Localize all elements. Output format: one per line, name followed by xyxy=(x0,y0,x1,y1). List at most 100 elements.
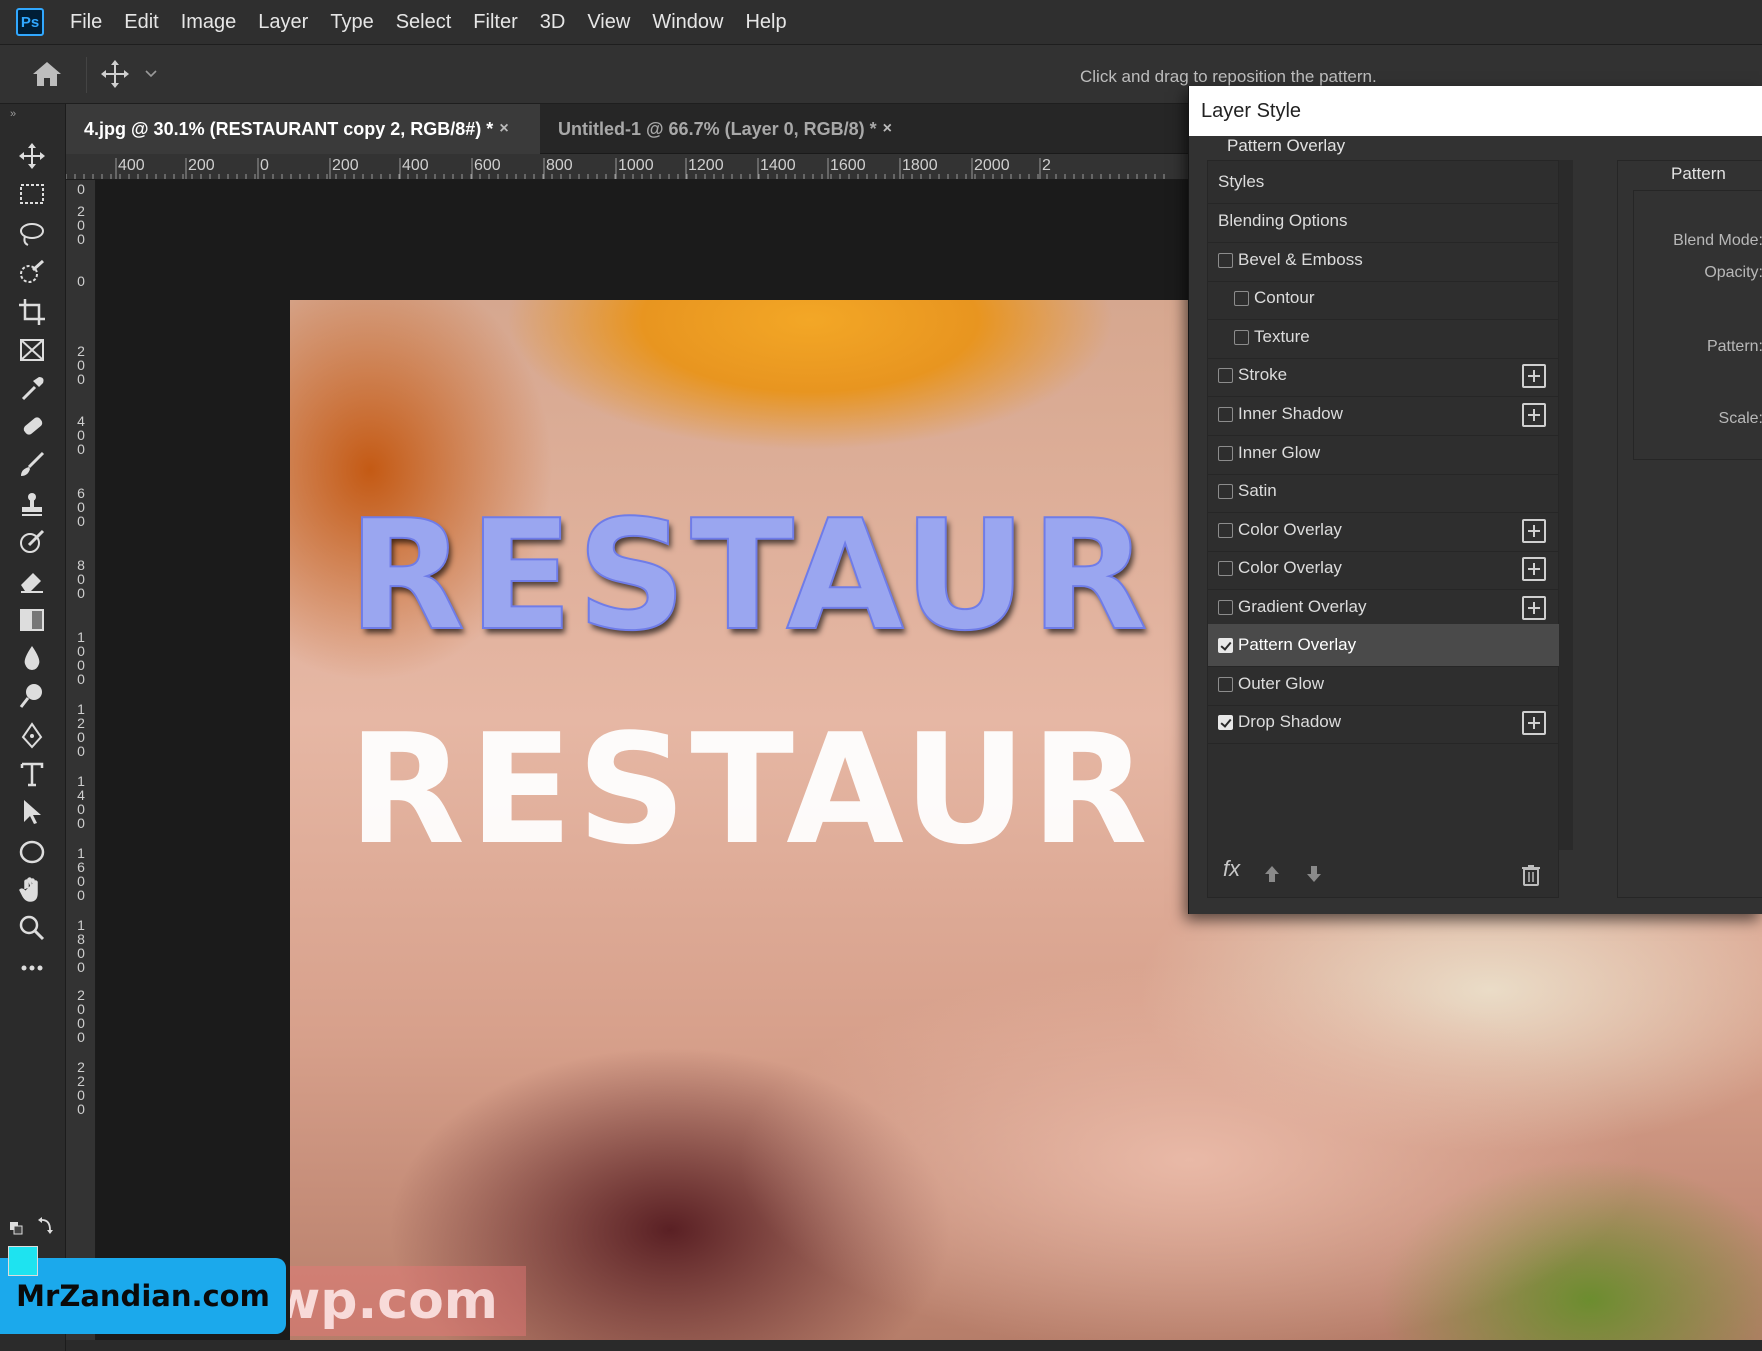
style-checkbox[interactable] xyxy=(1218,638,1233,653)
history-brush-tool-button[interactable] xyxy=(14,524,50,560)
style-list-scrollbar[interactable] xyxy=(1559,160,1573,850)
tools-panel: » xyxy=(0,104,66,1351)
style-checkbox[interactable] xyxy=(1234,330,1249,345)
menu-image[interactable]: Image xyxy=(181,11,237,34)
style-item-outer-glow[interactable]: Outer Glow xyxy=(1208,663,1560,706)
style-item-drop-shadow[interactable]: Drop Shadow xyxy=(1208,701,1560,744)
style-item-pattern-overlay[interactable]: Pattern Overlay xyxy=(1208,624,1560,667)
photoshop-logo[interactable]: Ps xyxy=(16,8,44,36)
move-down-icon[interactable] xyxy=(1305,864,1323,884)
style-item-color-overlay[interactable]: Color Overlay xyxy=(1208,547,1560,590)
move-up-icon[interactable] xyxy=(1263,864,1281,884)
style-checkbox[interactable] xyxy=(1218,484,1233,499)
blur-tool-icon xyxy=(24,646,40,670)
chevron-down-icon[interactable] xyxy=(144,67,158,81)
ellipse-tool-button[interactable] xyxy=(14,834,50,870)
add-style-plus-icon[interactable] xyxy=(1522,711,1546,735)
add-style-plus-icon[interactable] xyxy=(1522,403,1546,427)
move-tool-button[interactable] xyxy=(14,138,50,174)
style-checkbox[interactable] xyxy=(1218,523,1233,538)
zoom-tool-button[interactable] xyxy=(14,910,50,946)
ruler-label: 1800 xyxy=(77,917,85,975)
style-item-inner-glow[interactable]: Inner Glow xyxy=(1208,432,1560,475)
gradient-tool-button[interactable] xyxy=(14,602,50,638)
add-style-fx-button[interactable]: fx xyxy=(1223,856,1240,882)
menu-window[interactable]: Window xyxy=(652,11,723,34)
menu-type[interactable]: Type xyxy=(330,11,373,34)
style-item-contour[interactable]: Contour xyxy=(1208,277,1560,320)
brush-tool-button[interactable] xyxy=(14,446,50,482)
ruler-label: 0 xyxy=(77,181,85,197)
style-checkbox[interactable] xyxy=(1218,253,1233,268)
swap-colors-icon[interactable] xyxy=(8,1216,56,1236)
type-tool-button[interactable] xyxy=(14,756,50,792)
ruler-label: 2 xyxy=(1042,157,1051,174)
collapse-panel-icon[interactable]: » xyxy=(10,108,16,120)
add-style-plus-icon[interactable] xyxy=(1522,596,1546,620)
style-item-styles[interactable]: Styles xyxy=(1208,161,1560,204)
style-item-blending-options[interactable]: Blending Options xyxy=(1208,200,1560,243)
frame-tool-button[interactable] xyxy=(14,332,50,368)
style-item-color-overlay[interactable]: Color Overlay xyxy=(1208,509,1560,552)
path-selection-tool-button[interactable] xyxy=(14,794,50,830)
more-tools-button[interactable] xyxy=(14,950,50,986)
style-checkbox[interactable] xyxy=(1218,600,1233,615)
style-checkbox[interactable] xyxy=(1218,446,1233,461)
style-checkbox[interactable] xyxy=(1218,407,1233,422)
style-item-satin[interactable]: Satin xyxy=(1208,470,1560,513)
menu-select[interactable]: Select xyxy=(396,11,452,34)
eyedropper-tool-button[interactable] xyxy=(14,370,50,406)
add-style-plus-icon[interactable] xyxy=(1522,364,1546,388)
menu-file[interactable]: File xyxy=(70,11,102,34)
quick-select-tool-button[interactable] xyxy=(14,254,50,290)
lasso-tool-button[interactable] xyxy=(14,216,50,252)
faint-watermark: rwp.com xyxy=(290,1266,526,1336)
ruler-label: 1600 xyxy=(77,845,85,903)
menu-3d[interactable]: 3D xyxy=(540,11,566,34)
style-item-label: Pattern Overlay xyxy=(1238,635,1357,654)
style-checkbox[interactable] xyxy=(1234,291,1249,306)
home-icon[interactable] xyxy=(30,59,64,89)
style-item-label: Stroke xyxy=(1238,365,1288,384)
style-checkbox[interactable] xyxy=(1218,561,1233,576)
style-item-label: Outer Glow xyxy=(1238,674,1324,693)
menu-filter[interactable]: Filter xyxy=(473,11,517,34)
style-item-gradient-overlay[interactable]: Gradient Overlay xyxy=(1208,586,1560,629)
style-item-texture[interactable]: Texture xyxy=(1208,316,1560,359)
crop-tool-button[interactable] xyxy=(14,294,50,330)
style-item-bevel-emboss[interactable]: Bevel & Emboss xyxy=(1208,239,1560,282)
tab-document-untitled-1[interactable]: Untitled-1 @ 66.7% (Layer 0, RGB/8) * × xyxy=(540,104,910,154)
menu-help[interactable]: Help xyxy=(745,11,786,34)
close-icon[interactable]: × xyxy=(883,120,892,138)
style-checkbox[interactable] xyxy=(1218,677,1233,692)
style-checkbox[interactable] xyxy=(1218,368,1233,383)
style-item-label: Inner Glow xyxy=(1238,443,1321,462)
tab-document-4jpg[interactable]: 4.jpg @ 30.1% (RESTAURANT copy 2, RGB/8#… xyxy=(66,104,540,154)
ruler-label: 1800 xyxy=(902,157,938,174)
blur-tool-button[interactable] xyxy=(14,640,50,676)
hand-tool-button[interactable] xyxy=(14,872,50,908)
pen-tool-button[interactable] xyxy=(14,718,50,754)
clone-stamp-tool-button[interactable] xyxy=(14,486,50,522)
ruler-label: 2000 xyxy=(77,987,85,1045)
dodge-tool-button[interactable] xyxy=(14,678,50,714)
style-item-stroke[interactable]: Stroke xyxy=(1208,354,1560,397)
menu-edit[interactable]: Edit xyxy=(124,11,158,34)
foreground-color-swatch[interactable] xyxy=(8,1246,38,1276)
add-style-plus-icon[interactable] xyxy=(1522,519,1546,543)
eraser-tool-button[interactable] xyxy=(14,562,50,598)
menu-layer[interactable]: Layer xyxy=(258,11,308,34)
vertical-ruler[interactable]: 0 200 0 200 400 600 800 1000 1200 1400 1600 1800 200… xyxy=(66,180,96,1351)
add-style-plus-icon[interactable] xyxy=(1522,557,1546,581)
style-item-inner-shadow[interactable]: Inner Shadow xyxy=(1208,393,1560,436)
marquee-tool-button[interactable] xyxy=(14,176,50,212)
menu-view[interactable]: View xyxy=(587,11,630,34)
healing-brush-tool-button[interactable] xyxy=(14,408,50,444)
ruler-label: 800 xyxy=(546,157,573,174)
options-hint-text: Click and drag to reposition the pattern… xyxy=(1080,67,1377,86)
ruler-label: 1000 xyxy=(618,157,654,174)
trash-icon[interactable] xyxy=(1521,864,1541,886)
move-icon[interactable] xyxy=(100,59,130,89)
close-icon[interactable]: × xyxy=(499,120,508,138)
style-checkbox[interactable] xyxy=(1218,715,1233,730)
